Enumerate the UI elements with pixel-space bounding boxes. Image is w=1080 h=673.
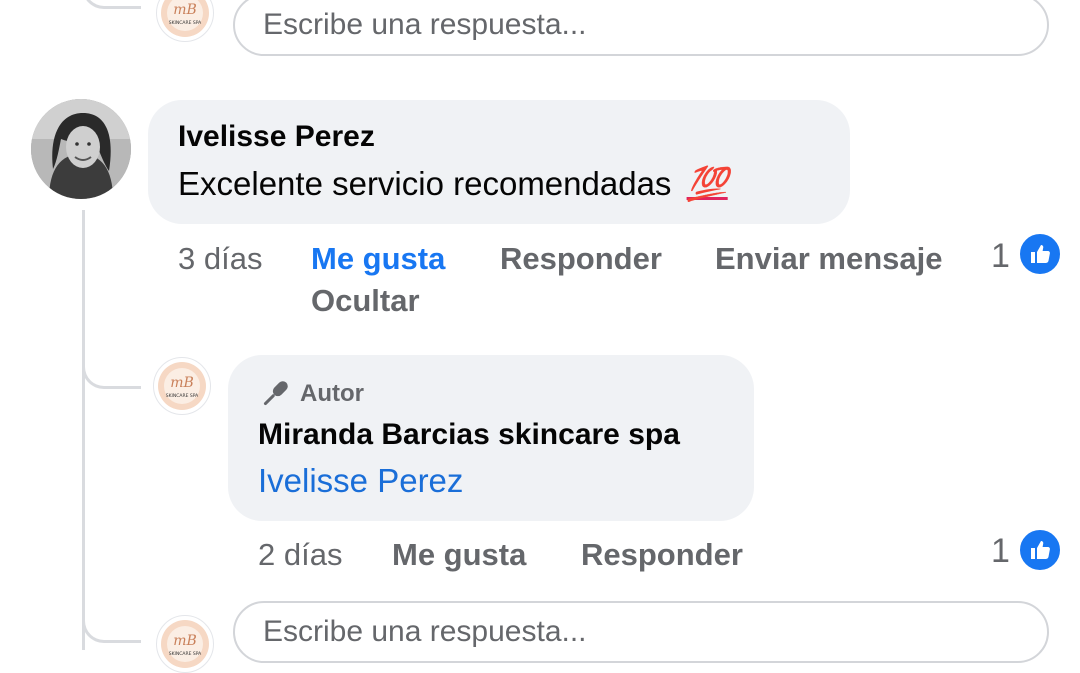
comment-like-count[interactable]: 1: [991, 237, 1010, 276]
thread-line-bottom: [82, 600, 141, 643]
comment-reply-button[interactable]: Responder: [500, 241, 662, 277]
thumbs-up-icon: [1031, 245, 1050, 263]
reply-input-top[interactable]: Escribe una respuesta...: [233, 0, 1049, 56]
comment-text-body: Excelente servicio recomendadas: [178, 165, 672, 202]
comment-message-button[interactable]: Enviar mensaje: [715, 241, 942, 277]
comment-like-button[interactable]: Me gusta: [311, 241, 445, 277]
reply-timestamp[interactable]: 2 días: [258, 537, 342, 573]
reply-input-bottom[interactable]: Escribe una respuesta...: [233, 601, 1049, 663]
reply-like-reaction-badge[interactable]: [1018, 528, 1062, 572]
thumbs-up-icon: [1031, 541, 1050, 559]
comment-bubble[interactable]: Ivelisse Perez Excelente servicio recome…: [148, 100, 850, 224]
spa-logo-icon: mB SKINCARE SPA: [161, 0, 209, 37]
svg-text:mB: mB: [170, 375, 194, 391]
svg-text:SKINCARE SPA: SKINCARE SPA: [166, 393, 199, 399]
reply-like-button[interactable]: Me gusta: [392, 537, 526, 573]
author-badge: Autor: [258, 377, 364, 411]
spa-logo-icon: mB SKINCARE SPA: [161, 620, 209, 668]
svg-text:SKINCARE SPA: SKINCARE SPA: [169, 20, 202, 26]
reply-reply-button[interactable]: Responder: [581, 537, 743, 573]
bottom-page-avatar[interactable]: mB SKINCARE SPA: [156, 615, 214, 673]
spa-logo-icon: mB SKINCARE SPA: [158, 362, 206, 410]
comment-timestamp[interactable]: 3 días: [178, 241, 262, 277]
thread-line-reply: [82, 340, 141, 389]
svg-text:mB: mB: [173, 2, 197, 18]
reply-mention[interactable]: Ivelisse Perez: [258, 462, 463, 500]
reply-input-placeholder: Escribe una respuesta...: [263, 8, 587, 41]
page-avatar[interactable]: mB SKINCARE SPA: [156, 0, 214, 42]
comment-author[interactable]: Ivelisse Perez: [178, 120, 375, 154]
reply-like-count[interactable]: 1: [991, 532, 1010, 571]
author-badge-label: Autor: [300, 380, 364, 407]
comment-hide-button[interactable]: Ocultar: [311, 283, 420, 319]
svg-text:SKINCARE SPA: SKINCARE SPA: [169, 651, 202, 657]
reply-input-placeholder: Escribe una respuesta...: [263, 615, 587, 648]
hundred-points-emoji: 💯: [686, 165, 728, 202]
reply-bubble[interactable]: Autor Miranda Barcias skincare spa Iveli…: [228, 355, 754, 521]
reply-page-avatar[interactable]: mB SKINCARE SPA: [153, 357, 211, 415]
svg-text:mB: mB: [173, 633, 197, 649]
profile-photo-icon: [31, 99, 131, 199]
thread-line-top: [82, 0, 141, 9]
reply-author[interactable]: Miranda Barcias skincare spa: [258, 418, 680, 452]
comment-text: Excelente servicio recomendadas 💯: [178, 165, 728, 204]
thread-line-main: [82, 210, 85, 650]
commenter-avatar[interactable]: [31, 99, 131, 199]
like-reaction-badge[interactable]: [1018, 232, 1062, 276]
microphone-icon: [263, 381, 288, 406]
